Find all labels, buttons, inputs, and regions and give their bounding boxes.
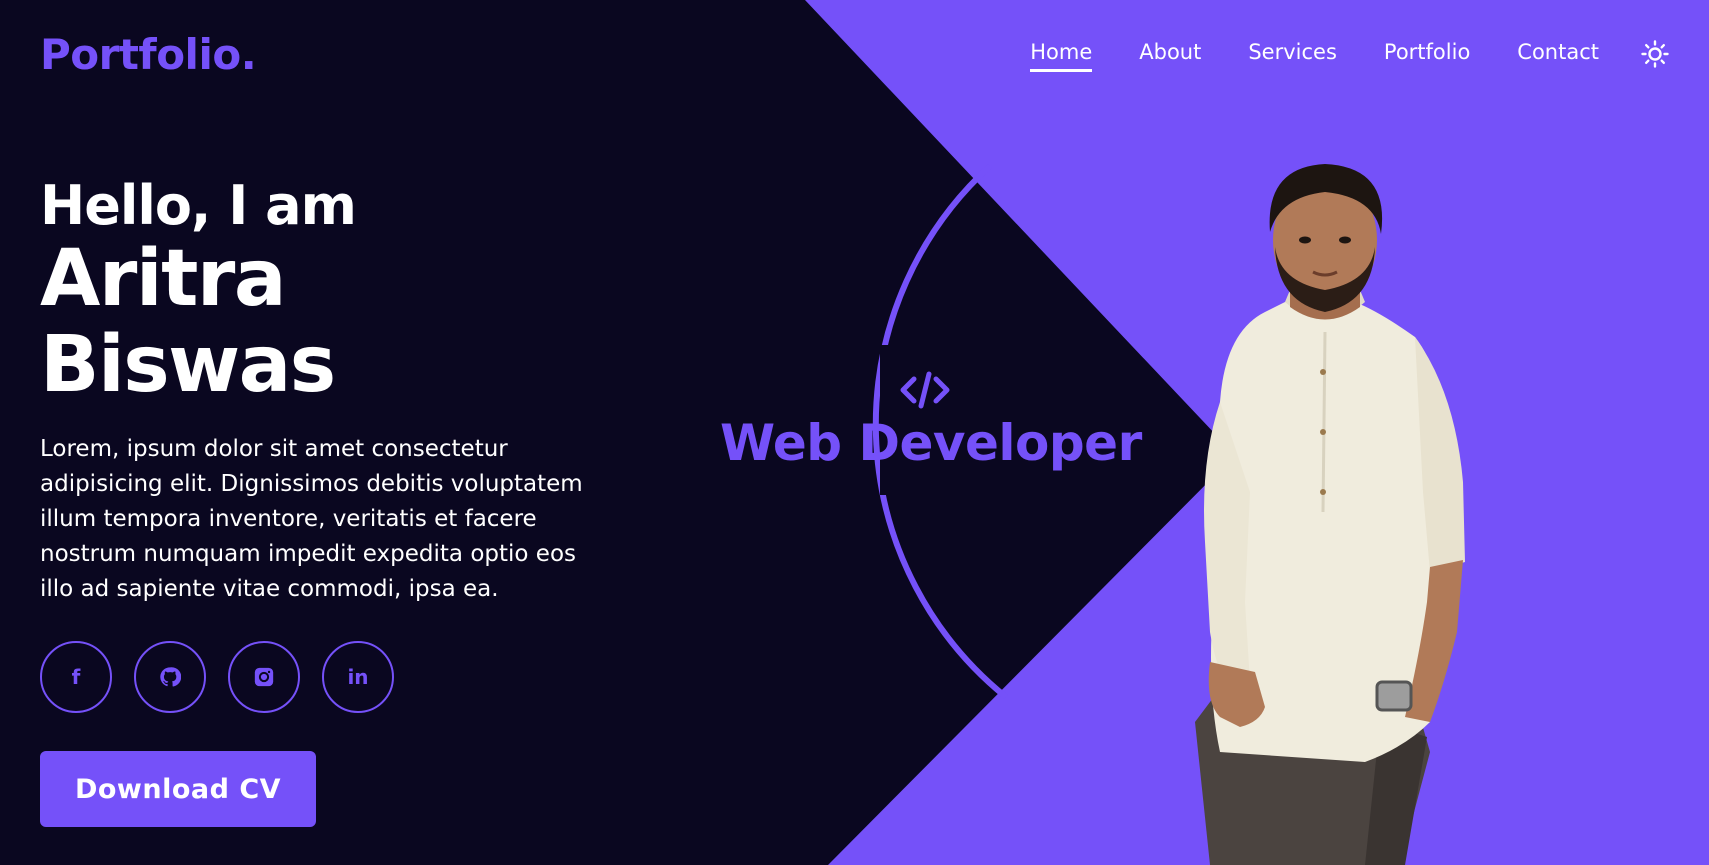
hero-name: Aritra Biswas [40, 234, 336, 410]
hero-section: Hello, I am Aritra Biswas Lorem, ipsum d… [40, 176, 600, 827]
social-facebook-button[interactable]: f [40, 641, 112, 713]
social-links: f in [40, 641, 600, 713]
nav-item-portfolio[interactable]: Portfolio [1384, 42, 1470, 72]
nav-item-services[interactable]: Services [1248, 42, 1337, 72]
hero-description: Lorem, ipsum dolor sit amet consectetur … [40, 436, 583, 602]
social-linkedin-button[interactable]: in [322, 641, 394, 713]
code-icon [900, 371, 950, 409]
sun-icon[interactable] [1641, 40, 1669, 68]
main-nav: Home About Services Portfolio Contact [983, 40, 1669, 72]
instagram-icon [254, 667, 274, 687]
social-github-button[interactable] [134, 641, 206, 713]
download-cv-button[interactable]: Download CV [40, 751, 316, 827]
role-label: Web Developer [720, 414, 1142, 472]
logo[interactable]: Portfolio. [40, 30, 257, 79]
hero-greeting: Hello, I am [40, 174, 357, 237]
linkedin-icon: in [347, 665, 369, 689]
github-icon [160, 667, 181, 687]
role-badge: Web Developer [720, 370, 1142, 472]
nav-item-home[interactable]: Home [1030, 42, 1093, 72]
social-instagram-button[interactable] [228, 641, 300, 713]
nav-item-about[interactable]: About [1139, 42, 1201, 72]
facebook-icon: f [71, 665, 81, 689]
profile-photo [1195, 164, 1465, 865]
nav-item-contact[interactable]: Contact [1517, 42, 1599, 72]
